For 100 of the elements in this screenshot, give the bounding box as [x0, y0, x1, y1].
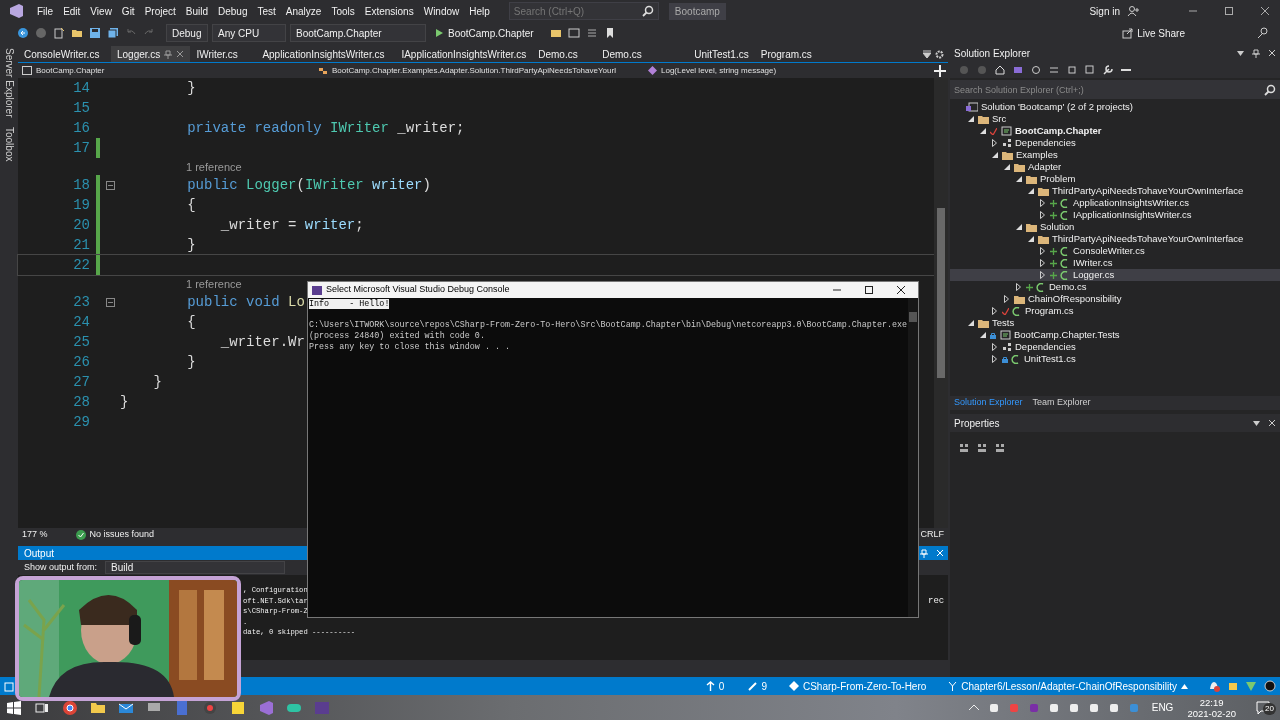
- notifications-button[interactable]: 20: [1250, 700, 1276, 715]
- collapse-icon[interactable]: [105, 297, 115, 307]
- branch-name[interactable]: Chapter6/Lesson/Adapter-ChainOfResponsibility: [961, 678, 1177, 694]
- side-tab[interactable]: Server Explorer: [1, 48, 17, 118]
- tree-item[interactable]: Examples: [950, 149, 1280, 161]
- tree-item[interactable]: Demo.cs: [950, 281, 1280, 293]
- dropdown-icon[interactable]: [923, 50, 931, 58]
- line-number: 22: [72, 255, 90, 275]
- tree-item[interactable]: Problem: [950, 173, 1280, 185]
- menu-item[interactable]: Help: [464, 3, 495, 19]
- zoom-level[interactable]: 177 %: [22, 528, 48, 542]
- scrollbar-thumb[interactable]: [937, 208, 945, 378]
- dropdown-icon[interactable]: [1237, 50, 1244, 56]
- tree-item[interactable]: Dependencies: [950, 341, 1280, 353]
- menu-item[interactable]: Git: [116, 3, 140, 19]
- document-tab[interactable]: UnitTest1.cs: [688, 46, 755, 62]
- code-token: public void: [187, 292, 280, 312]
- close-icon[interactable]: [1260, 6, 1270, 16]
- tree-item[interactable]: IWriter.cs: [950, 257, 1280, 269]
- document-tab[interactable]: Demo.cs: [532, 46, 597, 62]
- tree-item[interactable]: UnitTest1.cs: [950, 353, 1280, 365]
- menu-item[interactable]: Window: [418, 3, 465, 19]
- document-tab[interactable]: ApplicationInsightsWriter.cs: [256, 46, 396, 62]
- tree-item[interactable]: Solution 'Bootcamp' (2 of 2 projects): [950, 101, 1280, 113]
- tree-item[interactable]: BootCamp.Chapter.Tests: [950, 329, 1280, 341]
- push-icon[interactable]: [705, 681, 715, 691]
- menu-item[interactable]: Build: [180, 3, 213, 19]
- side-tab[interactable]: Toolbox: [1, 127, 17, 162]
- line-number: 16: [72, 118, 90, 138]
- tree-item[interactable]: ThirdPartyApiNeedsTohaveYourOwnInterface: [950, 185, 1280, 197]
- new-item-icon: [53, 27, 65, 39]
- scrollbar-thumb[interactable]: [909, 312, 917, 322]
- codelens-link[interactable]: 1 reference: [186, 275, 242, 292]
- dependencies-icon: [1002, 138, 1012, 148]
- tree-item[interactable]: ApplicationInsightsWriter.cs: [950, 197, 1280, 209]
- search-input[interactable]: Search (Ctrl+Q): [513, 3, 634, 19]
- dropdown-icon[interactable]: [1253, 420, 1260, 426]
- bell-icon[interactable]: [1208, 680, 1220, 692]
- tree-item[interactable]: Dependencies: [950, 137, 1280, 149]
- forward-icon: [35, 27, 47, 39]
- codelens-link[interactable]: 1 reference: [186, 158, 242, 175]
- panel-tab[interactable]: Solution Explorer: [950, 396, 1027, 410]
- settings-icon[interactable]: [935, 49, 944, 59]
- maximize-icon[interactable]: [1224, 6, 1234, 16]
- document-tab[interactable]: Logger.cs: [111, 46, 191, 62]
- document-tab[interactable]: IWriter.cs: [190, 46, 257, 62]
- menu-item[interactable]: Test: [252, 3, 281, 19]
- menu-item[interactable]: Tools: [326, 3, 360, 19]
- menu-item[interactable]: Extensions: [359, 3, 419, 19]
- caret-icon[interactable]: [1181, 683, 1188, 689]
- output-source-dropdown[interactable]: Build: [105, 561, 286, 574]
- menu-item[interactable]: View: [85, 3, 117, 19]
- tree-item[interactable]: ThirdPartyApiNeedsTohaveYourOwnInterface: [950, 233, 1280, 245]
- tree-item[interactable]: ChainOfResponsibility: [950, 293, 1280, 305]
- project-icon: [1000, 126, 1012, 136]
- panel-tab[interactable]: Team Explorer: [1028, 396, 1095, 410]
- menu-item[interactable]: Analyze: [280, 3, 327, 19]
- configuration-dropdown[interactable]: Debug: [166, 24, 208, 42]
- outgoing-count[interactable]: 0: [718, 678, 725, 694]
- tree-item[interactable]: Solution: [950, 221, 1280, 233]
- branch-icon[interactable]: [948, 681, 958, 691]
- tree-item[interactable]: Adapter: [950, 161, 1280, 173]
- keyboard-language[interactable]: ENG: [1151, 700, 1174, 715]
- close-icon[interactable]: [896, 285, 906, 295]
- pencil-icon[interactable]: [748, 681, 758, 691]
- document-tab[interactable]: ConsoleWriter.cs: [18, 46, 111, 62]
- maximize-icon[interactable]: [864, 285, 874, 295]
- live-share-button[interactable]: Live Share: [1119, 25, 1188, 41]
- clock-button[interactable]: 22:19 2021-02-20: [1181, 696, 1242, 719]
- menu-item[interactable]: File: [32, 3, 59, 19]
- tree-item[interactable]: Src: [950, 113, 1280, 125]
- tree-item[interactable]: IApplicationInsightsWriter.cs: [950, 209, 1280, 221]
- collapsed-icon[interactable]: [992, 139, 997, 147]
- repository-name[interactable]: CSharp-From-Zero-To-Hero: [802, 678, 927, 694]
- menu-item[interactable]: Debug: [213, 3, 253, 19]
- menu-item[interactable]: Edit: [58, 3, 86, 19]
- startup-project-dropdown[interactable]: BootCamp.Chapter: [290, 24, 426, 42]
- added-icon: [1026, 283, 1033, 291]
- changes-count[interactable]: 9: [761, 678, 767, 694]
- tree-item[interactable]: BootCamp.Chapter: [950, 125, 1280, 137]
- tree-item[interactable]: Tests: [950, 317, 1280, 329]
- tree-item[interactable]: Logger.cs: [950, 269, 1280, 281]
- sign-in-link[interactable]: Sign in: [1086, 3, 1123, 19]
- search-field[interactable]: Search (Ctrl+Q): [508, 2, 659, 20]
- home-button[interactable]: [992, 65, 1008, 75]
- document-tab[interactable]: Program.cs: [754, 46, 835, 62]
- split-icon[interactable]: [934, 65, 946, 78]
- menu-item[interactable]: Project: [139, 3, 181, 19]
- start-debugging-button[interactable]: BootCamp.Chapter: [432, 25, 537, 41]
- tree-item[interactable]: ConsoleWriter.cs: [950, 245, 1280, 257]
- platform-dropdown[interactable]: Any CPU: [212, 24, 286, 42]
- tree-item[interactable]: Program.cs: [950, 305, 1280, 317]
- search-field[interactable]: Search Solution Explorer (Ctrl+;): [950, 80, 1280, 99]
- document-tab[interactable]: Demo.cs: [596, 46, 689, 62]
- pin-icon[interactable]: [1252, 48, 1260, 58]
- collapse-icon[interactable]: [105, 180, 115, 190]
- account-icon[interactable]: [1264, 680, 1276, 692]
- document-tab[interactable]: IApplicationInsightsWriter.cs: [395, 46, 533, 62]
- repository-icon[interactable]: [788, 681, 799, 691]
- folder-icon: [978, 114, 989, 124]
